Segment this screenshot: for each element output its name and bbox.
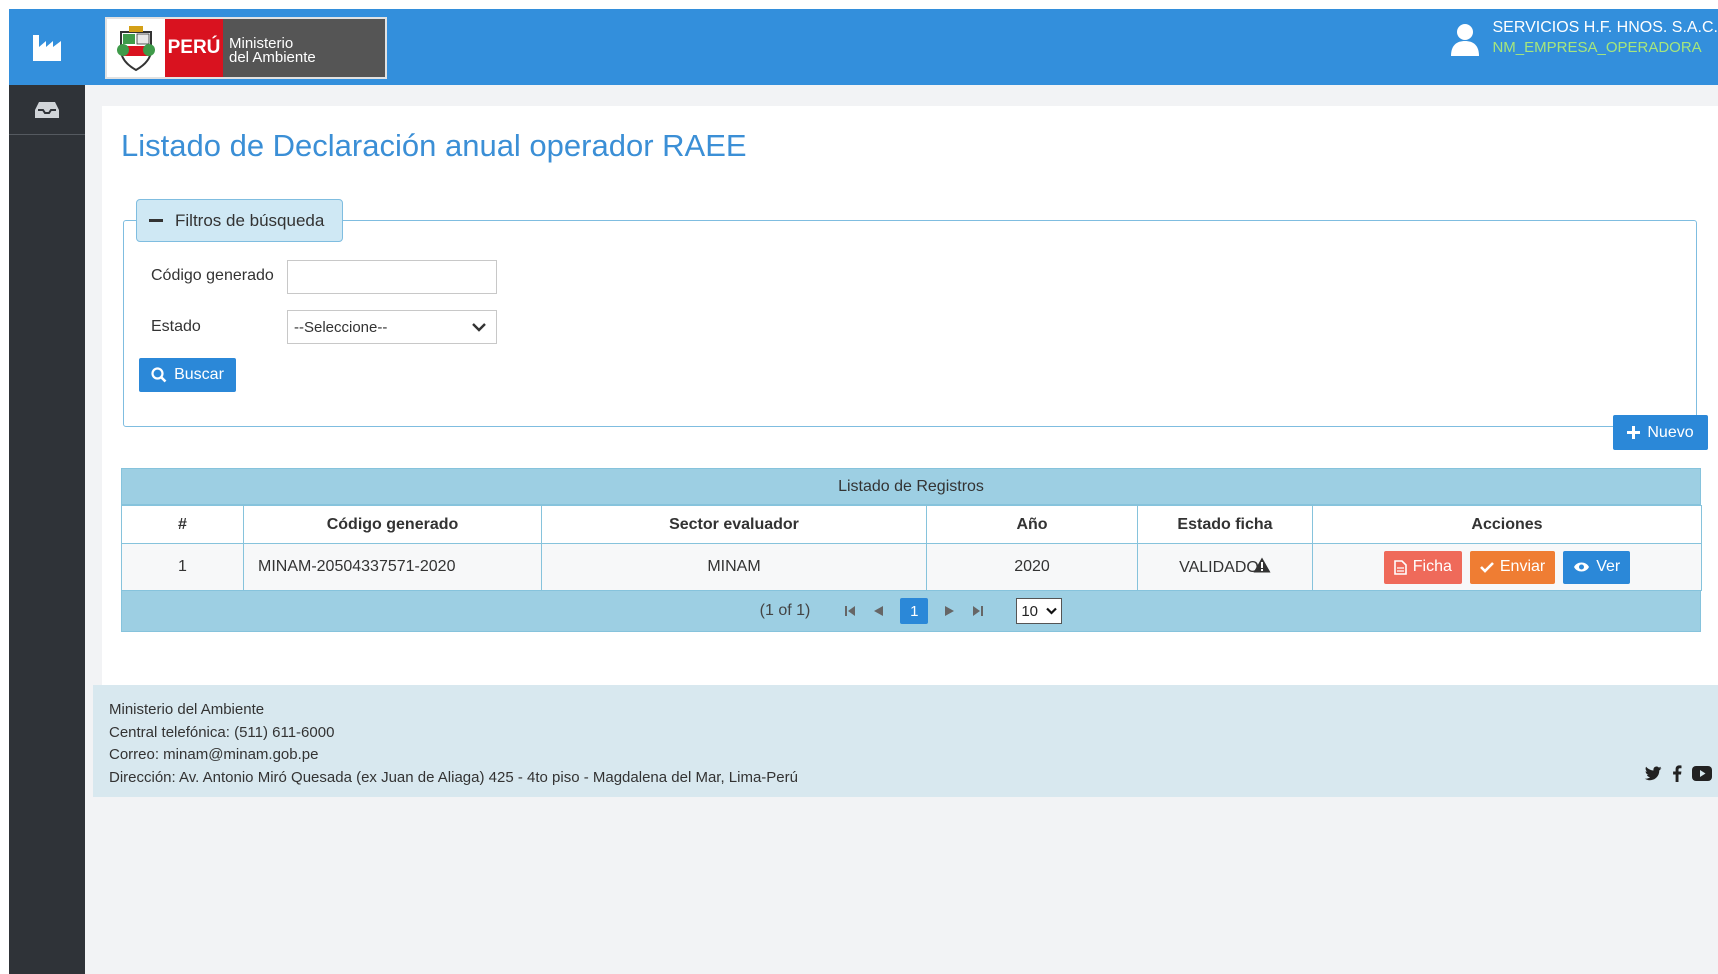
search-button[interactable]: Buscar	[139, 358, 236, 392]
filters-toggle[interactable]: Filtros de búsqueda	[136, 199, 344, 242]
user-role: NM_EMPRESA_OPERADORA	[1492, 39, 1702, 56]
minus-icon	[149, 219, 163, 222]
search-icon	[151, 367, 167, 383]
footer-contact: Ministerio del Ambiente Central telefóni…	[109, 699, 798, 789]
new-button-label: Nuevo	[1647, 423, 1694, 441]
sidebar	[9, 9, 85, 974]
ver-button-label: Ver	[1596, 558, 1621, 575]
next-page-icon[interactable]	[944, 605, 956, 617]
table-row[interactable]: 1 MINAM-20504337571-2020 MINAM 2020 VALI…	[121, 543, 1702, 591]
sidebar-brand[interactable]	[9, 9, 85, 85]
cell-number: 1	[121, 543, 244, 591]
footer-line-email: Correo: minam@minam.gob.pe	[109, 746, 319, 763]
records-table: Listado de Registros # Código generado S…	[121, 468, 1702, 632]
main-card: Listado de Declaración anual operador RA…	[102, 106, 1718, 707]
logo-ministerio-line2: del Ambiente	[229, 49, 316, 66]
topbar: PERÚ Ministerio del Ambiente SERVICIOS H…	[85, 9, 1718, 85]
rows-per-page-value: 10	[1021, 602, 1039, 620]
youtube-icon[interactable]	[1692, 766, 1712, 781]
cell-anio: 2020	[926, 543, 1138, 591]
facebook-icon[interactable]	[1672, 765, 1682, 782]
cell-sector: MINAM	[541, 543, 927, 591]
user-menu[interactable]: SERVICIOS H.F. HNOS. S.A.C. NM_EMPRESA_O…	[1450, 17, 1718, 58]
rows-per-page-select[interactable]: 10	[1016, 598, 1063, 624]
search-filters: Filtros de búsqueda Código generado Esta…	[123, 199, 1697, 427]
col-sector[interactable]: Sector evaluador	[541, 505, 927, 544]
eye-icon	[1574, 562, 1590, 572]
user-company: SERVICIOS H.F. HNOS. S.A.C.	[1492, 19, 1718, 36]
col-acciones: Acciones	[1312, 505, 1702, 544]
estado-selected: --Seleccione--	[294, 318, 388, 336]
inbox-icon	[35, 101, 59, 118]
estado-text: VALIDADO	[1179, 559, 1259, 576]
twitter-icon[interactable]	[1644, 766, 1662, 781]
col-anio[interactable]: Año	[926, 505, 1138, 544]
minam-logo[interactable]: PERÚ Ministerio del Ambiente	[105, 17, 387, 79]
table-paginator: (1 of 1) 1 10	[121, 591, 1701, 632]
search-button-label: Buscar	[174, 366, 224, 383]
filters-legend: Filtros de búsqueda	[175, 210, 325, 230]
footer-line-phone: Central telefónica: (511) 611-6000	[109, 723, 335, 741]
chevron-down-icon	[1046, 607, 1058, 615]
col-codigo[interactable]: Código generado	[243, 505, 542, 544]
table-header-row: # Código generado Sector evaluador Año E…	[121, 505, 1702, 544]
last-page-icon[interactable]	[972, 605, 984, 617]
cell-acciones: Ficha Enviar Ver	[1312, 543, 1702, 591]
estado-select[interactable]: --Seleccione--	[287, 310, 497, 344]
codigo-input[interactable]	[287, 260, 497, 294]
ficha-button[interactable]: Ficha	[1383, 550, 1462, 584]
footer: Ministerio del Ambiente Central telefóni…	[93, 685, 1718, 797]
col-estado[interactable]: Estado ficha	[1137, 505, 1313, 544]
page-title: Listado de Declaración anual operador RA…	[121, 128, 747, 163]
logo-peru-text: PERÚ	[165, 19, 223, 77]
warning-icon[interactable]	[1253, 557, 1271, 573]
cell-codigo: MINAM-20504337571-2020	[243, 543, 542, 591]
file-pdf-icon	[1393, 559, 1407, 575]
logo-ministerio-text: Ministerio del Ambiente	[223, 19, 385, 77]
chevron-down-icon	[472, 323, 486, 332]
ver-button[interactable]: Ver	[1563, 550, 1631, 584]
peru-shield-icon	[107, 19, 165, 77]
footer-line-address: Dirección: Av. Antonio Miró Quesada (ex …	[109, 768, 798, 786]
app-frame: PERÚ Ministerio del Ambiente SERVICIOS H…	[9, 9, 1718, 974]
pager-summary: (1 of 1)	[759, 602, 811, 619]
prev-page-icon[interactable]	[872, 605, 884, 617]
user-icon	[1451, 24, 1480, 56]
social-links	[1644, 765, 1712, 782]
footer-line-name: Ministerio del Ambiente	[109, 701, 265, 718]
col-number[interactable]: #	[121, 505, 244, 544]
page-current[interactable]: 1	[900, 598, 929, 624]
enviar-button[interactable]: Enviar	[1469, 550, 1556, 584]
sidebar-item-inbox[interactable]	[9, 85, 85, 135]
cell-estado: VALIDADO	[1137, 543, 1313, 591]
ficha-button-label: Ficha	[1412, 558, 1452, 575]
table-caption: Listado de Registros	[121, 468, 1701, 505]
enviar-button-label: Enviar	[1499, 558, 1546, 575]
estado-label: Estado	[151, 318, 201, 335]
factory-icon	[33, 35, 61, 61]
check-icon	[1479, 562, 1494, 573]
codigo-label: Código generado	[151, 267, 274, 284]
plus-icon	[1627, 426, 1641, 439]
new-button[interactable]: Nuevo	[1613, 415, 1708, 450]
first-page-icon[interactable]	[844, 605, 856, 617]
